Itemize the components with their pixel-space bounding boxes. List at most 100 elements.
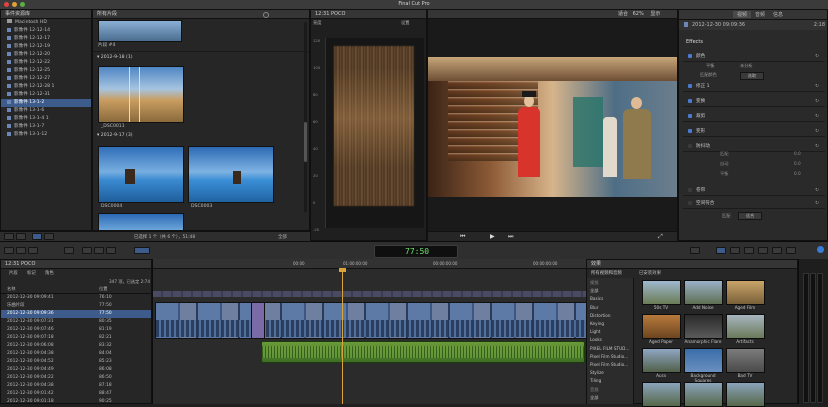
clip-thumbnail[interactable]: [188, 146, 274, 203]
scope-mode[interactable]: 亮度: [313, 20, 321, 26]
library-event-item[interactable]: 影像件 13-1-2: [1, 99, 91, 107]
import-button[interactable]: [4, 247, 14, 254]
checkbox[interactable]: [688, 201, 692, 205]
match-color-button[interactable]: 选取: [740, 72, 764, 80]
library-event-item[interactable]: 影像件 12-12-20: [1, 51, 91, 59]
effect-thumbnail[interactable]: [726, 348, 765, 373]
effects-category[interactable]: Pixel Film Studio...: [590, 362, 628, 367]
inspector-effect-row[interactable]: 空间符合 ↻: [683, 199, 825, 209]
library-event-item[interactable]: 影像件 12-12-19: [1, 43, 91, 51]
browser-scrollbar[interactable]: [304, 22, 307, 212]
checkbox[interactable]: [688, 188, 692, 192]
table-row[interactable]: 2012-12-30 09:07:31 80:35: [1, 318, 151, 326]
tab-markers[interactable]: 标记: [27, 270, 36, 276]
effects-category[interactable]: Distortion: [590, 313, 611, 318]
effect-thumbnail[interactable]: [726, 280, 765, 305]
effect-thumbnail[interactable]: [726, 382, 765, 407]
effects-category[interactable]: Pixel Film Studio...: [590, 354, 628, 359]
effects-category[interactable]: Light: [590, 329, 600, 334]
effects-category[interactable]: Keying: [590, 321, 604, 326]
previous-icon[interactable]: ⏮: [460, 233, 465, 241]
library-event-item[interactable]: 影像件 13-1-7: [1, 123, 91, 131]
video-frame[interactable]: [428, 57, 677, 197]
effect-thumbnail[interactable]: [642, 348, 681, 373]
reset-icon[interactable]: ↻: [815, 97, 819, 106]
clip-thumbnail[interactable]: [98, 20, 182, 42]
search-icon[interactable]: [263, 12, 269, 18]
group-title[interactable]: ▾ 2012-9-17 (3): [97, 133, 133, 138]
tab-audio[interactable]: 音频: [755, 11, 765, 18]
table-row[interactable]: 2012-12-30 09:06:08 83:32: [1, 342, 151, 350]
library-event-item[interactable]: 影像件 13-1-4 1: [1, 115, 91, 123]
effects-category[interactable]: Stylize: [590, 370, 604, 375]
inspector-effect-row[interactable]: 变形 ↻: [683, 127, 825, 137]
table-row[interactable]: 2012-12-30 09:04:52 85:23: [1, 358, 151, 366]
effect-thumbnail[interactable]: [642, 314, 681, 339]
library-event-item[interactable]: 影像件 12-12-28 1: [1, 83, 91, 91]
effect-thumbnail[interactable]: [642, 280, 681, 305]
clip-thumbnail[interactable]: [98, 146, 184, 203]
effects-category[interactable]: 视频: [590, 280, 598, 286]
library-event-item[interactable]: 影像件 12-12-31: [1, 91, 91, 99]
checkbox[interactable]: [688, 84, 692, 88]
table-row[interactable]: 2012-12-30 09:01:18 90:25: [1, 398, 151, 406]
scope-settings[interactable]: 设置: [401, 20, 409, 26]
select-tool-button[interactable]: [134, 247, 150, 254]
table-row[interactable]: 2012-12-30 09:07:18 82:21: [1, 334, 151, 342]
gear-icon[interactable]: [16, 233, 26, 240]
checkbox[interactable]: [688, 99, 692, 103]
library-event-item[interactable]: 影像件 12-12-14: [1, 27, 91, 35]
tab-video[interactable]: 视频: [733, 11, 752, 18]
inspector-toggle[interactable]: [716, 247, 726, 254]
inspector-effect-row[interactable]: 变换 ↻: [683, 97, 825, 107]
table-row[interactable]: 乐曲片段 77:50: [1, 302, 151, 310]
key-button[interactable]: [16, 247, 26, 254]
effects-category[interactable]: Basics: [590, 296, 603, 301]
music-button[interactable]: [744, 247, 754, 254]
effect-thumbnail[interactable]: [726, 314, 765, 339]
generators-button[interactable]: [772, 247, 782, 254]
reset-icon[interactable]: ↻: [815, 127, 819, 136]
library-toggle-button[interactable]: [4, 233, 14, 240]
clip-thumbnail[interactable]: [98, 213, 184, 231]
table-row[interactable]: 2012-12-30 09:04:38 87:18: [1, 382, 151, 390]
timecode-display[interactable]: 77:50: [374, 245, 458, 258]
connect-button[interactable]: [82, 247, 92, 254]
playhead[interactable]: [342, 268, 343, 404]
effect-thumbnail[interactable]: [684, 348, 723, 373]
table-row[interactable]: 2012-12-30 09:04:22 86:50: [1, 374, 151, 382]
effects-category[interactable]: PIXEL FILM STUD...: [590, 346, 629, 351]
checkbox[interactable]: [688, 129, 692, 133]
photo-button[interactable]: [730, 247, 740, 254]
library-event-item[interactable]: 影像件 13-1-12: [1, 131, 91, 139]
zoom-value[interactable]: 62%: [633, 11, 644, 17]
insert-button[interactable]: [94, 247, 104, 254]
library-root[interactable]: Macintosh HD: [1, 19, 91, 27]
tab-clips[interactable]: 片段: [9, 270, 18, 276]
clip-thumbnail[interactable]: [98, 66, 184, 123]
spatial-mode-select[interactable]: 适合: [738, 212, 762, 220]
effect-thumbnail[interactable]: [684, 382, 723, 407]
checkbox[interactable]: [688, 54, 692, 58]
library-event-item[interactable]: 影像件 12-12-27: [1, 75, 91, 83]
effects-category[interactable]: Blur: [590, 305, 598, 310]
effects-category[interactable]: Looks: [590, 337, 602, 342]
table-row[interactable]: 2012-12-30 09:04:49 86:08: [1, 366, 151, 374]
list-view-button[interactable]: [44, 233, 54, 240]
check-button[interactable]: [28, 247, 38, 254]
reset-icon[interactable]: ↻: [815, 199, 819, 208]
table-row[interactable]: 2012-12-30 09:09:36 77:50: [1, 310, 151, 318]
audio-clip[interactable]: [261, 341, 585, 363]
title-lane[interactable]: [153, 291, 587, 297]
play-icon[interactable]: ▶: [490, 233, 495, 240]
effect-thumbnail[interactable]: [684, 314, 723, 339]
library-event-item[interactable]: 影像件 13-1-6: [1, 107, 91, 115]
clip-filter[interactable]: 全部: [278, 234, 287, 240]
inspector-effect-row[interactable]: 裁剪 ↻: [683, 112, 825, 122]
effects-category[interactable]: 全部: [590, 395, 598, 401]
inspector-effect-row[interactable]: 修正 1 ↻: [683, 82, 825, 92]
tab-roles[interactable]: 角色: [45, 270, 54, 276]
table-row[interactable]: 2012-12-30 09:07:46 81:19: [1, 326, 151, 334]
playhead-handle[interactable]: [339, 268, 346, 272]
primary-storyline[interactable]: [155, 302, 587, 339]
